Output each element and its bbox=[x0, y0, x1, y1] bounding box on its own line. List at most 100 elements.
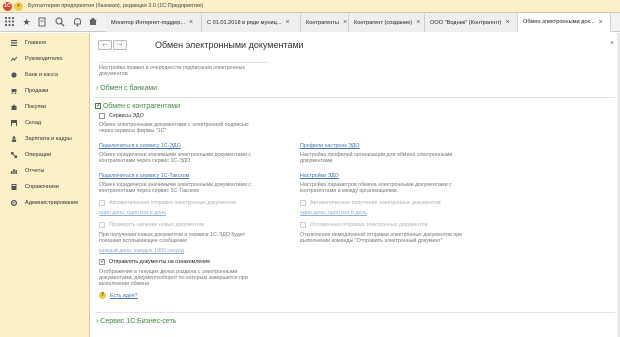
main-menu-dropdown-icon[interactable]: ▾ bbox=[14, 1, 23, 11]
deferred-send-label: Отложенная отправка электронных документ… bbox=[310, 222, 428, 228]
idea-link[interactable]: Есть идея? bbox=[110, 293, 138, 299]
form-area: ← → Обмен электронными документами × Нас… bbox=[91, 33, 620, 337]
connect-1c-edo-link[interactable]: Подключиться к сервису 1С-ЭДО bbox=[99, 143, 181, 149]
sidebar-item-label: Покупки bbox=[25, 104, 47, 110]
app-logo-icon: 1С bbox=[3, 1, 12, 11]
chevron-down-icon bbox=[95, 102, 101, 109]
check-new-docs-desc: показано всплывающее сообщение bbox=[99, 238, 188, 244]
tab-counterparty-new[interactable]: Контрагент (создание) × bbox=[349, 13, 425, 32]
edo-settings-desc: контрагентами и между организациями. bbox=[300, 188, 399, 194]
open-windows-tabs: Монитор Интернет-поддер... × С 01.01.2018… bbox=[106, 13, 611, 32]
auto-send-checkbox[interactable] bbox=[99, 200, 105, 206]
auto-send-schedule-link[interactable]: один день; один раз в день bbox=[99, 210, 166, 216]
home-icon[interactable] bbox=[87, 16, 98, 27]
tab-label: Монитор Интернет-поддер... bbox=[111, 19, 186, 26]
page-title: Обмен электронными документами bbox=[155, 40, 304, 50]
counterparties-section-label: Обмен с контрагентами bbox=[102, 103, 181, 110]
close-form-icon[interactable]: × bbox=[610, 40, 614, 47]
bag-icon bbox=[11, 104, 17, 110]
sidebar-item-operations[interactable]: Операции bbox=[0, 149, 90, 161]
star-icon[interactable]: ★ bbox=[21, 17, 32, 28]
tab-edo-exchange[interactable]: Обмен электронными док... × bbox=[518, 13, 611, 32]
auto-receive-checkbox[interactable] bbox=[300, 200, 306, 206]
close-tab-icon[interactable]: × bbox=[285, 19, 289, 26]
auto-receive-schedule-link[interactable]: один день; один раз в день bbox=[300, 210, 367, 216]
auto-send-label: Автоматическая отправка электронных доку… bbox=[109, 200, 236, 206]
sidebar-item-sales[interactable]: Продажи bbox=[0, 85, 90, 97]
form-content: Настройка правил и очередности подписани… bbox=[91, 60, 620, 337]
window-title-bar: 1С ▾ Бухгалтерия предприятия (базовая), … bbox=[0, 0, 620, 13]
close-tab-icon[interactable]: × bbox=[505, 19, 509, 26]
sidebar-item-label: Руководителю bbox=[25, 56, 63, 62]
warehouse-icon bbox=[11, 120, 17, 126]
close-tab-icon[interactable]: × bbox=[416, 19, 420, 26]
apps-grid-icon[interactable] bbox=[4, 17, 15, 28]
sidebar-item-purchases[interactable]: Покупки bbox=[0, 101, 90, 113]
send-for-review-checkbox[interactable] bbox=[99, 258, 105, 265]
sidebar-item-label: Продажи bbox=[25, 88, 49, 94]
sidebar-item-administration[interactable]: Администрирование bbox=[0, 197, 90, 209]
banks-section-toggle[interactable]: › Обмен с банками bbox=[96, 85, 157, 92]
sidebar-item-bank[interactable]: Банк и касса bbox=[0, 69, 90, 81]
sections-sidebar: Главное Руководителю Банк и касса Продаж… bbox=[0, 33, 90, 337]
search-icon[interactable] bbox=[54, 17, 65, 28]
sidebar-item-label: Главное bbox=[25, 40, 47, 46]
connect-taxcom-link[interactable]: Подключиться к сервису 1С-Такском bbox=[99, 173, 189, 179]
window-title: Бухгалтерия предприятия (базовая), редак… bbox=[28, 3, 204, 9]
sidebar-item-label: Операции bbox=[25, 152, 52, 158]
close-tab-icon[interactable]: × bbox=[343, 19, 347, 26]
back-button[interactable]: ← bbox=[98, 40, 112, 50]
top-toolbar: ★ Монитор Интернет-поддер... × С 01.01.20… bbox=[0, 13, 620, 32]
tab-label: ООО "Водник" (Контрагент) bbox=[430, 19, 502, 26]
deferred-send-checkbox[interactable] bbox=[300, 222, 306, 228]
tab-label: Контрагенты bbox=[306, 19, 339, 26]
sidebar-item-salary[interactable]: Зарплата и кадры bbox=[0, 133, 90, 145]
edo-services-checkbox[interactable] bbox=[99, 113, 105, 119]
tab-counterparty-vodnik[interactable]: ООО "Водник" (Контрагент) × bbox=[425, 13, 518, 32]
business-net-section-label: Сервис 1С:Бизнес-сеть bbox=[100, 318, 177, 325]
edo-profiles-desc: документами bbox=[300, 158, 333, 164]
connect-taxcom-desc: контрагентами через сервис 1С-Такском bbox=[99, 188, 199, 194]
business-net-section-toggle[interactable]: › Сервис 1С:Бизнес-сеть bbox=[96, 318, 176, 325]
auto-receive-label: Автоматическое получение электронных док… bbox=[310, 200, 441, 206]
sidebar-item-directories[interactable]: Справочники bbox=[0, 181, 90, 193]
sidebar-item-label: Отчеты bbox=[25, 168, 45, 174]
tab-label: С 01.01.2018 в ряде муниц... bbox=[207, 19, 282, 26]
chevron-right-icon: › bbox=[96, 85, 99, 92]
edo-settings-link[interactable]: Настройки ЭДО bbox=[300, 173, 339, 179]
tab-counterparties[interactable]: Контрагенты × bbox=[301, 13, 349, 32]
edo-services-desc: через сервисы фирмы "1С" bbox=[99, 128, 167, 134]
tab-news[interactable]: С 01.01.2018 в ряде муниц... × bbox=[202, 13, 301, 32]
chevron-right-icon: › bbox=[96, 318, 99, 325]
sidebar-item-label: Банк и касса bbox=[25, 72, 58, 78]
sidebar-item-director[interactable]: Руководителю bbox=[0, 53, 90, 65]
divider bbox=[99, 62, 269, 63]
sidebar-item-label: Склад bbox=[25, 120, 42, 126]
close-tab-icon[interactable]: × bbox=[189, 19, 193, 26]
gear-icon bbox=[10, 199, 18, 207]
history-icon[interactable] bbox=[37, 17, 48, 28]
sidebar-item-reports[interactable]: Отчеты bbox=[0, 165, 90, 177]
tab-label: Обмен электронными док... bbox=[523, 19, 595, 25]
send-for-review-desc: выполнении обмена bbox=[99, 281, 149, 287]
tab-monitor[interactable]: Монитор Интернет-поддер... × bbox=[106, 13, 202, 32]
sidebar-item-label: Администрирование bbox=[25, 200, 79, 206]
trend-icon bbox=[10, 56, 18, 62]
tab-label: Контрагент (создание) bbox=[354, 19, 413, 26]
close-tab-icon[interactable]: × bbox=[599, 19, 603, 26]
counterparties-section-toggle[interactable]: Обмен с контрагентами bbox=[95, 102, 180, 110]
bell-icon[interactable] bbox=[72, 17, 83, 28]
forward-button[interactable]: → bbox=[113, 40, 127, 50]
sidebar-item-warehouse[interactable]: Склад bbox=[0, 117, 90, 129]
idea-icon: ? bbox=[99, 292, 106, 299]
divider bbox=[95, 312, 615, 313]
edo-profiles-link[interactable]: Профили настроек ЭДО bbox=[300, 143, 359, 149]
check-new-docs-checkbox[interactable] bbox=[99, 222, 105, 228]
people-icon bbox=[11, 136, 17, 142]
cart-icon bbox=[11, 88, 17, 94]
coins-icon bbox=[11, 72, 17, 78]
intro-text: документов bbox=[99, 71, 128, 77]
sidebar-item-main[interactable]: Главное bbox=[0, 37, 90, 49]
sidebar-item-label: Справочники bbox=[25, 184, 59, 190]
check-new-docs-schedule-link[interactable]: каждый день; каждые 1800 секунд bbox=[99, 248, 184, 254]
